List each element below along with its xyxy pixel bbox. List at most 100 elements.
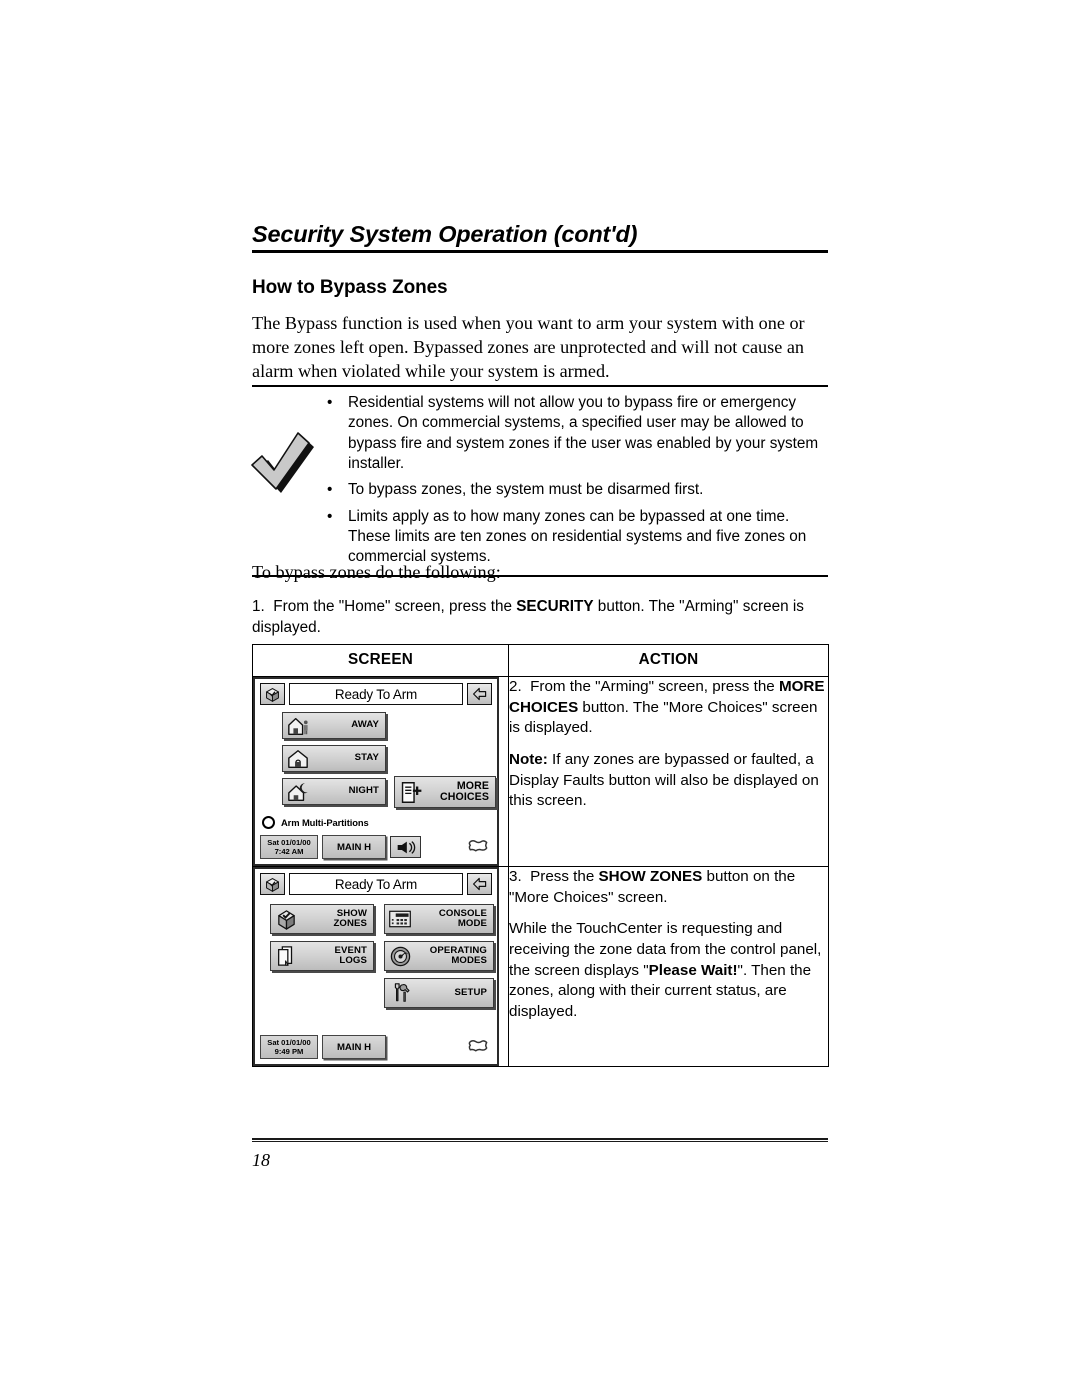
status-time: 9:49 PM [274, 1047, 304, 1056]
status-date: Sat 01/01/00 [267, 1037, 311, 1047]
console-mode-button-label: CONSOLE MODE [438, 907, 487, 929]
touchcenter-status-title: Ready To Arm [289, 873, 463, 895]
step-bold-security: SECURITY [516, 598, 594, 615]
column-header-screen: SCREEN [252, 644, 509, 677]
table-row: Ready To Arm [252, 866, 829, 1067]
status-time: 7:42 AM [274, 847, 304, 856]
list-item-text: Limits apply as to how many zones can be… [348, 507, 807, 566]
screen-cell-arming: Ready To Arm AWAY STAY NIGHT MORE CHOICE… [252, 676, 509, 867]
partition-label: MAIN H [336, 1041, 372, 1053]
action-paragraph: 3. Press the SHOW ZONES button on the "M… [509, 867, 828, 908]
shield-logo-icon [466, 1037, 490, 1058]
console-mode-button[interactable]: CONSOLE MODE [384, 904, 494, 934]
action-paragraph: While the TouchCenter is requesting and … [509, 919, 828, 1022]
house-person-icon [286, 714, 310, 738]
arm-multi-partitions-label: Arm Multi-Partitions [281, 817, 369, 828]
operating-modes-button-label: OPERATING MODES [429, 944, 487, 966]
table-row: Ready To Arm [252, 676, 829, 867]
cube-icon [274, 907, 298, 931]
setup-button[interactable]: SETUP [384, 978, 494, 1008]
keypad-icon [388, 907, 412, 931]
touchcenter-status-bar: Sat 01/01/00 9:49 PM MAIN H [260, 1035, 492, 1059]
action-cell-step-2: 2. From the "Arming" screen, press the M… [508, 676, 829, 867]
step-number: 3. [509, 868, 522, 885]
bullet-dot: • [327, 481, 333, 499]
home-cube-icon[interactable] [260, 873, 285, 895]
column-header-action: ACTION [508, 644, 829, 677]
pages-icon [274, 944, 298, 968]
running-head: Security System Operation (cont'd) [252, 222, 828, 253]
touchcenter-arming-screen: Ready To Arm AWAY STAY NIGHT MORE CHOICE… [253, 677, 499, 866]
touchcenter-status-title: Ready To Arm [289, 683, 463, 705]
list-item: • To bypass zones, the system must be dis… [322, 480, 820, 500]
touchcenter-button-area: SHOW ZONES CONSOLE MODE EVENT LOGS OPERA… [260, 900, 494, 1028]
step-number: 2. [509, 678, 522, 695]
event-logs-button-label: EVENT LOGS [334, 944, 367, 966]
document-page: Security System Operation (cont'd) How t… [251, 0, 830, 1397]
procedure-step-1: 1. From the "Home" screen, press the SEC… [252, 597, 830, 639]
action-text-a: From the "Arming" screen, press the [530, 678, 779, 695]
action-paragraph: 2. From the "Arming" screen, press the M… [509, 677, 828, 739]
radio-button-icon[interactable] [262, 816, 275, 829]
tools-icon [388, 981, 412, 1005]
action-note: Note: If any zones are bypassed or fault… [509, 750, 828, 812]
touchcenter-titlebar: Ready To Arm [260, 683, 492, 705]
event-logs-button[interactable]: EVENT LOGS [270, 941, 374, 971]
callout-bullet-list: • Residential systems will not allow you … [252, 393, 828, 568]
back-arrow-icon[interactable] [467, 873, 492, 895]
touchcenter-titlebar: Ready To Arm [260, 873, 492, 895]
night-button[interactable]: NIGHT [282, 778, 386, 805]
list-item: • Limits apply as to how many zones can b… [322, 507, 820, 568]
running-head-text: Security System Operation (cont'd) [252, 221, 638, 247]
page-title: How to Bypass Zones [252, 277, 448, 298]
clock-display: Sat 01/01/00 7:42 AM [260, 835, 318, 859]
touchcenter-more-choices-screen: Ready To Arm SHOW ZONES CONSOLE MODE EVE… [253, 867, 499, 1066]
house-moon-icon [286, 780, 310, 804]
arm-multi-partitions-option[interactable]: Arm Multi-Partitions [262, 816, 369, 829]
list-item-text: To bypass zones, the system must be disa… [348, 481, 704, 499]
step-text-a: From the "Home" screen, press the [273, 598, 517, 615]
note-text: If any zones are bypassed or faulted, a … [509, 751, 819, 810]
list-item-text: Residential systems will not allow you t… [348, 394, 819, 473]
operating-modes-button[interactable]: OPERATING MODES [384, 941, 494, 971]
more-choices-button[interactable]: MORE CHOICES [394, 776, 496, 808]
intro-paragraph: The Bypass function is used when you wan… [252, 313, 805, 382]
footer-rule [252, 1138, 828, 1142]
page-number: 18 [252, 1150, 270, 1170]
back-arrow-icon[interactable] [467, 683, 492, 705]
home-cube-icon[interactable] [260, 683, 285, 705]
action-bold-show-zones: SHOW ZONES [598, 868, 703, 885]
running-head-rule [252, 249, 828, 253]
stay-button-label: STAY [354, 752, 379, 764]
touchcenter-button-area: AWAY STAY NIGHT MORE CHOICES Arm Multi-P… [260, 710, 496, 829]
clock-display: Sat 01/01/00 9:49 PM [260, 1035, 318, 1059]
touchcenter-status-bar: Sat 01/01/00 7:42 AM MAIN H [260, 835, 492, 859]
shield-logo-icon [466, 837, 490, 858]
list-item: • Residential systems will not allow you … [322, 393, 820, 474]
step-number: 1. [252, 598, 265, 615]
action-cell-step-3: 3. Press the SHOW ZONES button on the "M… [508, 866, 829, 1067]
partition-label: MAIN H [336, 841, 372, 853]
note-callout: • Residential systems will not allow you … [251, 385, 828, 577]
action-text-a: Press the [530, 868, 599, 885]
checkmark-icon [246, 429, 320, 501]
dial-icon [388, 944, 412, 968]
procedure-lead-in: To bypass zones do the following: [252, 562, 501, 582]
speaker-icon[interactable] [390, 836, 421, 858]
setup-button-label: SETUP [454, 986, 487, 998]
more-choices-button-label: MORE CHOICES [440, 779, 489, 803]
away-button-label: AWAY [351, 719, 379, 731]
partition-button[interactable]: MAIN H [322, 1035, 386, 1059]
status-date: Sat 01/01/00 [267, 837, 311, 847]
action-bold-please-wait: Please Wait! [648, 961, 738, 979]
partition-button[interactable]: MAIN H [322, 835, 386, 859]
bullet-dot: • [327, 507, 333, 525]
show-zones-button[interactable]: SHOW ZONES [270, 904, 374, 934]
screen-cell-more-choices: Ready To Arm SHOW ZONES CONSOLE MODE EVE… [252, 866, 509, 1067]
note-label: Note: [509, 751, 548, 769]
away-button[interactable]: AWAY [282, 712, 386, 739]
house-lock-icon [286, 747, 310, 771]
stay-button[interactable]: STAY [282, 745, 386, 772]
night-button-label: NIGHT [348, 785, 379, 797]
procedure-table: SCREEN ACTION Ready To Arm AWAY STAY NIG… [252, 644, 829, 1067]
